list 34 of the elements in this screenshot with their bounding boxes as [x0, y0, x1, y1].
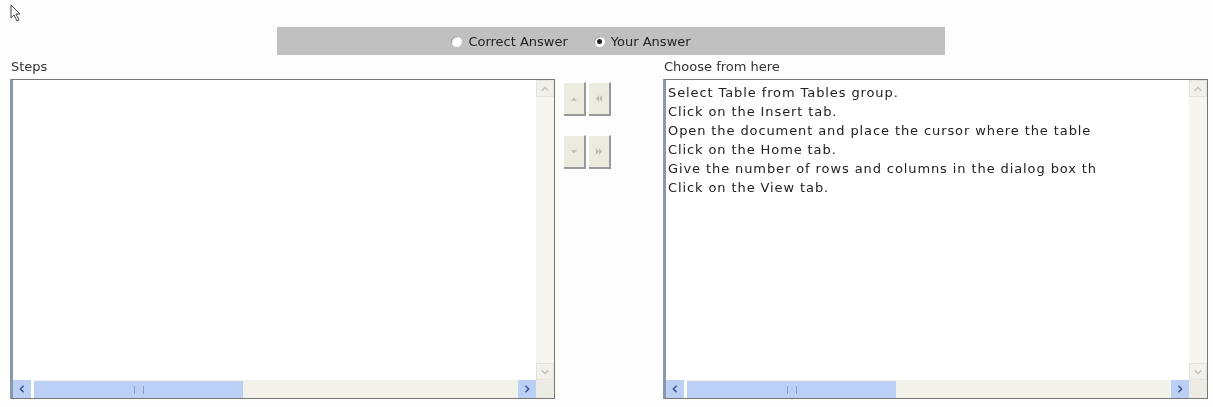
- list-label: Choose from here: [663, 60, 781, 74]
- down-triangle-icon: [570, 148, 578, 155]
- scrollbar-thumb[interactable]: [684, 381, 897, 398]
- radio-option[interactable]: Correct Answer: [451, 33, 568, 49]
- double-left-icon: [595, 94, 603, 103]
- vertical-scrollbar[interactable]: [536, 80, 554, 380]
- scrollbar-corner: [1189, 380, 1207, 398]
- scroll-left-button[interactable]: [666, 380, 684, 398]
- list-item[interactable]: Select Table from Tables group.: [668, 83, 899, 102]
- scroll-up-button[interactable]: [1189, 80, 1207, 97]
- scroll-up-button[interactable]: [536, 80, 554, 97]
- scroll-right-button[interactable]: [1171, 380, 1189, 398]
- list-box[interactable]: [663, 79, 1208, 399]
- mouse-pointer-icon: [10, 4, 22, 22]
- list-item[interactable]: Click on the View tab.: [668, 178, 830, 197]
- list-item[interactable]: Open the document and place the cursor where the table: [668, 121, 1092, 140]
- horizontal-scrollbar[interactable]: [666, 380, 1189, 398]
- horizontal-scrollbar[interactable]: [13, 380, 536, 398]
- radio-button[interactable]: [451, 35, 463, 47]
- scrollbar-corner: [536, 380, 554, 398]
- list-label: Steps: [10, 60, 49, 74]
- scroll-down-button[interactable]: [536, 363, 554, 380]
- scroll-down-button[interactable]: [1189, 363, 1207, 380]
- up-triangle-icon: [570, 95, 578, 102]
- list-item[interactable]: Give the number of rows and columns in the dialog box th: [668, 159, 1097, 178]
- radio-button[interactable]: [593, 35, 605, 47]
- double-right-icon: [595, 147, 603, 156]
- scroll-right-button[interactable]: [518, 380, 536, 398]
- list-item[interactable]: Click on the Home tab.: [668, 140, 837, 159]
- vertical-scrollbar[interactable]: [1189, 80, 1207, 380]
- scroll-left-button[interactable]: [13, 380, 31, 398]
- radio-option[interactable]: Your Answer: [593, 33, 691, 49]
- scrollbar-thumb[interactable]: [31, 381, 244, 398]
- list-item[interactable]: Click on the Insert tab.: [668, 102, 838, 121]
